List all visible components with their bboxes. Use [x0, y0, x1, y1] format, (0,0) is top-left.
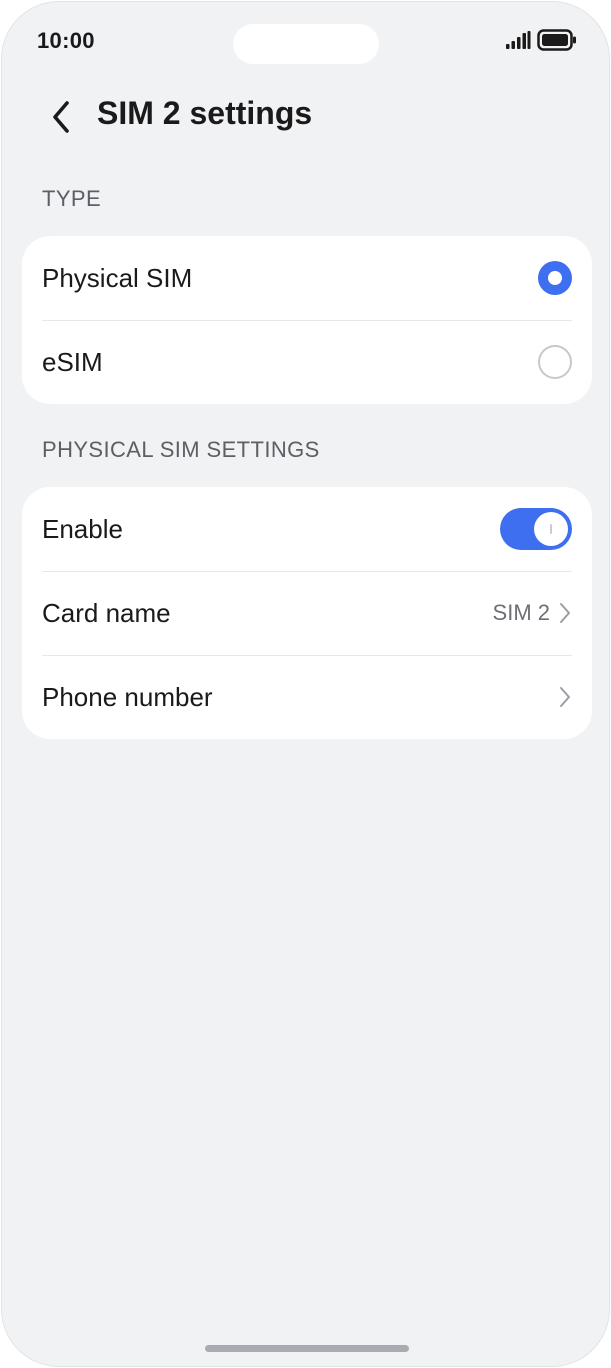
option-label: Physical SIM: [42, 262, 193, 293]
back-button[interactable]: [38, 94, 84, 140]
chevron-left-icon: [53, 101, 69, 133]
enable-label: Enable: [42, 513, 123, 544]
physical-sim-card: Enable Card name SIM 2 Phone number: [22, 487, 592, 739]
chevron-right-icon: [560, 603, 570, 623]
radio-unselected[interactable]: [538, 345, 572, 379]
type-section-label: TYPE: [42, 186, 102, 211]
battery-icon: [537, 29, 576, 51]
page-header: SIM 2 settings: [2, 82, 609, 152]
card-name-row[interactable]: Card name SIM 2: [22, 571, 592, 655]
page-title: SIM 2 settings: [97, 95, 313, 131]
card-name-value: SIM 2: [492, 600, 550, 625]
phone-number-label: Phone number: [42, 681, 213, 712]
phone-number-row[interactable]: Phone number: [22, 655, 592, 739]
enable-row[interactable]: Enable: [22, 487, 592, 571]
physical-sim-section-label: PHYSICAL SIM SETTINGS: [42, 437, 320, 462]
type-card: Physical SIM eSIM: [22, 236, 592, 404]
type-option-physical-sim[interactable]: Physical SIM: [22, 236, 592, 320]
status-bar: 10:00: [2, 2, 609, 82]
card-name-label: Card name: [42, 597, 171, 628]
toggle-knob: [534, 512, 568, 546]
status-time: 10:00: [37, 28, 95, 53]
signal-icon: [506, 31, 531, 49]
chevron-right-icon: [560, 687, 570, 707]
option-label: eSIM: [42, 346, 103, 377]
dynamic-island: [233, 24, 379, 64]
phone-screen: 10:00 SIM 2 settings TYPE Physical SIM e…: [1, 1, 610, 1367]
enable-toggle[interactable]: [500, 508, 572, 550]
radio-selected[interactable]: [538, 261, 572, 295]
type-option-esim[interactable]: eSIM: [22, 320, 592, 404]
home-indicator[interactable]: [205, 1345, 409, 1352]
